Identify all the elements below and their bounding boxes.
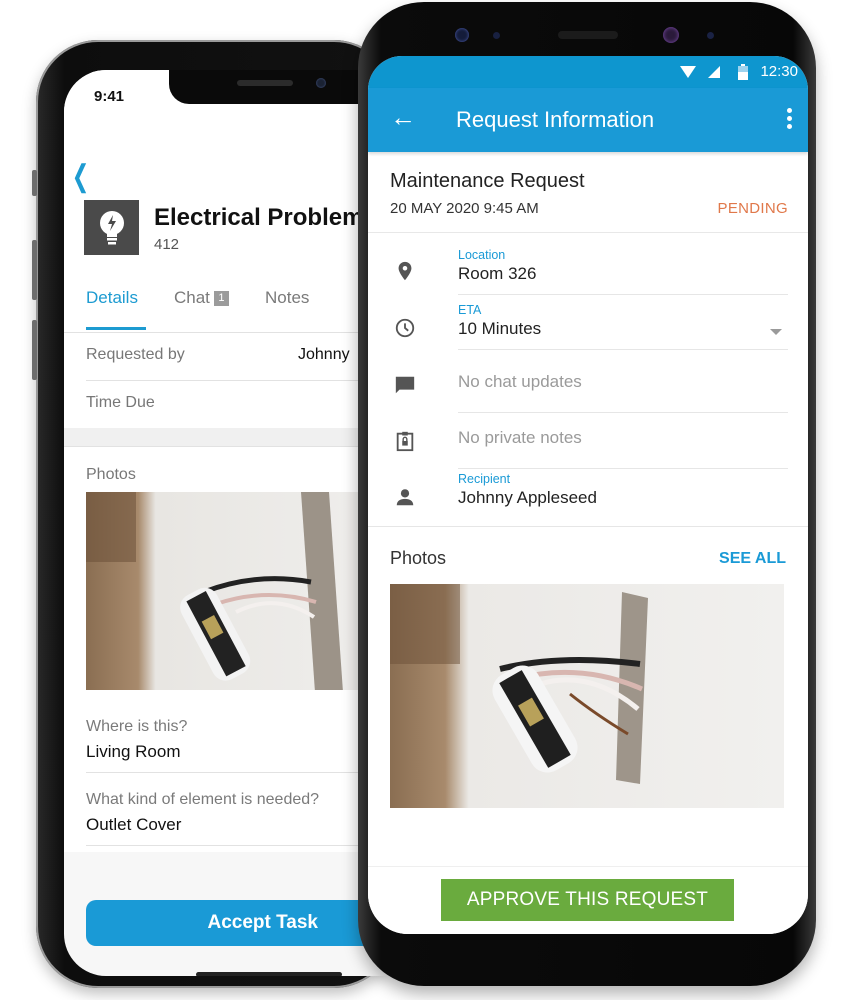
request-title: Maintenance Request: [390, 170, 585, 192]
divider: [368, 526, 808, 527]
eta-dropdown[interactable]: ETA 10 Minutes: [458, 303, 788, 350]
active-tab-indicator: [86, 327, 146, 330]
ios-status-time: 9:41: [94, 88, 125, 105]
chat-bubble-icon: [395, 376, 415, 394]
chat-updates-text: No chat updates: [458, 372, 582, 391]
chevron-left-icon[interactable]: ❮: [72, 162, 90, 192]
arrow-left-icon[interactable]: ←: [390, 102, 416, 133]
time-due-row: Time Due: [86, 380, 396, 429]
where-field: Where is this? Living Room: [86, 706, 396, 773]
iphone-volume-down: [32, 320, 37, 380]
photos-heading: Photos: [390, 548, 447, 568]
request-date: 20 MAY 2020 9:45 AM: [390, 200, 539, 217]
outlet-photo[interactable]: [86, 492, 376, 690]
more-vert-icon[interactable]: [787, 108, 792, 132]
dropdown-arrow-icon[interactable]: [770, 329, 782, 335]
android-status-bar: 12:30: [368, 56, 808, 88]
front-sensor: [455, 28, 469, 42]
tab-details[interactable]: Details: [86, 288, 138, 308]
requested-by-value: Johnny: [298, 346, 350, 363]
iphone-volume-up: [32, 240, 37, 300]
chat-count-badge: 1: [213, 291, 229, 306]
lightbulb-bolt-icon: [84, 200, 139, 255]
recipient-value: Johnny Appleseed: [458, 488, 597, 507]
clock-icon: [395, 318, 415, 338]
earpiece: [558, 31, 618, 39]
front-camera: [663, 27, 679, 43]
where-answer: Living Room: [86, 742, 181, 761]
requested-by-row: Requested by Johnny: [86, 332, 396, 381]
app-bar: ← Request Information: [368, 88, 808, 152]
location-value: Room 326: [458, 264, 537, 283]
battery-icon: [738, 64, 748, 80]
ios-tab-bar: Details Chat 1 Notes: [64, 280, 396, 333]
eta-value: 10 Minutes: [458, 319, 542, 338]
task-number: 412: [154, 236, 180, 253]
outlet-photo[interactable]: [390, 584, 784, 808]
android-status-time: 12:30: [760, 63, 798, 80]
signal-icon: [708, 66, 720, 78]
section-divider: [64, 428, 396, 447]
iphone-screen: 9:41 ❮ Electrical Problem 412 Details Ch…: [64, 70, 396, 976]
clipboard-lock-icon: [396, 431, 414, 452]
task-title: Electrical Problem: [154, 204, 364, 231]
front-camera: [316, 78, 326, 88]
private-notes-text: No private notes: [458, 428, 582, 447]
bottom-action-bar: APPROVE THIS REQUEST: [368, 866, 808, 934]
see-all-link[interactable]: SEE ALL: [719, 550, 786, 568]
request-header: Maintenance Request 20 MAY 2020 9:45 AM …: [368, 152, 808, 233]
iphone-device: 9:41 ❮ Electrical Problem 412 Details Ch…: [32, 40, 396, 988]
app-bar-title: Request Information: [456, 107, 655, 132]
location-pin-icon: [398, 261, 412, 281]
iphone-mute-switch: [32, 170, 37, 196]
tab-notes[interactable]: Notes: [265, 288, 309, 308]
element-needed-answer: Outlet Cover: [86, 815, 182, 834]
person-icon: [396, 489, 414, 506]
android-screen: 12:30 ← Request Information Maintenance …: [368, 56, 808, 934]
home-indicator[interactable]: [196, 972, 342, 976]
status-badge: PENDING: [717, 200, 788, 217]
element-needed-field: What kind of element is needed? Outlet C…: [86, 779, 396, 846]
android-device: 12:30 ← Request Information Maintenance …: [358, 2, 816, 986]
tab-chat[interactable]: Chat 1: [174, 288, 229, 308]
photos-label: Photos: [86, 466, 136, 483]
approve-request-button[interactable]: APPROVE THIS REQUEST: [441, 879, 734, 921]
wifi-icon: [680, 66, 696, 78]
accept-task-button[interactable]: Accept Task: [86, 900, 386, 946]
